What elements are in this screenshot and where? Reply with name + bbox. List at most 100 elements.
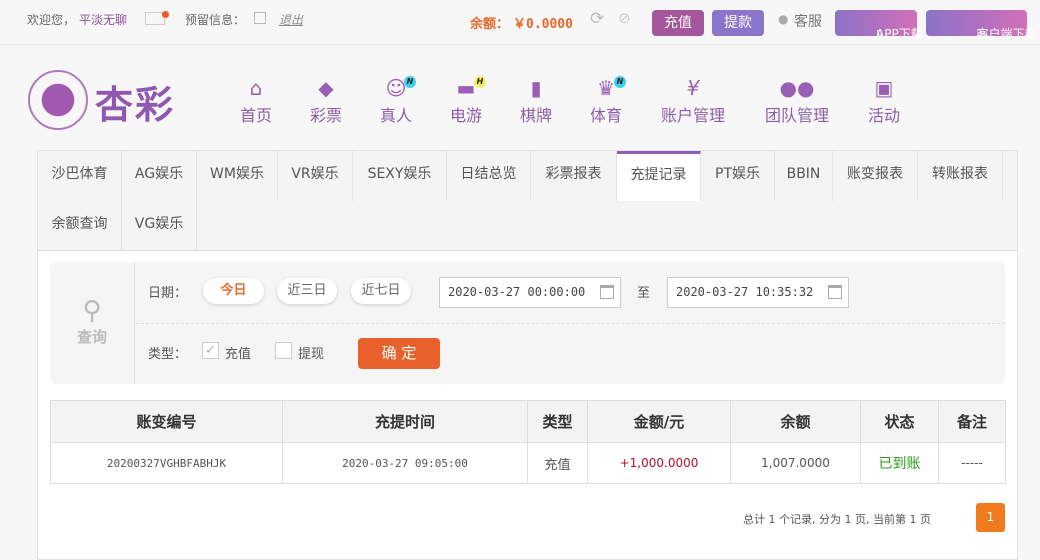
tab-wm[interactable]: WM娱乐 bbox=[197, 151, 278, 201]
nav-egames[interactable]: ▬ H 电游 bbox=[426, 76, 506, 126]
three-days-button[interactable]: 近三日 bbox=[277, 278, 337, 304]
recharge-label: 充值 bbox=[225, 347, 252, 362]
hide-eye-icon[interactable]: ⊘ bbox=[618, 9, 631, 27]
balance-label: 余额： bbox=[470, 17, 510, 32]
search-icon: ⚲ bbox=[82, 296, 102, 326]
nav-lottery[interactable]: ◆ 彩票 bbox=[286, 76, 366, 126]
tab-ag[interactable]: AG娱乐 bbox=[122, 151, 197, 201]
seven-days-button[interactable]: 近七日 bbox=[351, 278, 411, 304]
tab-sexy[interactable]: SEXY娱乐 bbox=[353, 151, 447, 201]
tab-pt[interactable]: PT娱乐 bbox=[701, 151, 775, 201]
cell-remark: ----- bbox=[938, 442, 1006, 484]
new-badge: N bbox=[404, 76, 416, 88]
top-bar: 欢迎您， 平淡无聊 预留信息： 退出 余额： ￥0.0000 ⟳ ⊘ 充值 提款… bbox=[0, 0, 1040, 45]
withdraw-checkbox[interactable] bbox=[275, 342, 292, 359]
service-icon: ● bbox=[778, 12, 789, 26]
cell-status: 已到账 bbox=[860, 442, 939, 484]
col-remark: 备注 bbox=[938, 400, 1006, 443]
tab-vr[interactable]: VR娱乐 bbox=[278, 151, 353, 201]
edit-icon[interactable] bbox=[254, 12, 266, 24]
withdraw-label: 提现 bbox=[298, 347, 325, 362]
content-panel: 沙巴体育 AG娱乐 WM娱乐 VR娱乐 SEXY娱乐 日结总览 彩票报表 充提记… bbox=[37, 150, 1018, 560]
tab-account-change[interactable]: 账变报表 bbox=[833, 151, 918, 201]
nav-chess[interactable]: ▮ 棋牌 bbox=[496, 76, 576, 126]
nav-live[interactable]: ☺ N 真人 bbox=[356, 76, 436, 126]
balance-value: ￥0.0000 bbox=[513, 17, 573, 32]
refresh-icon[interactable]: ⟳ bbox=[590, 9, 604, 29]
start-date-value: 2020-03-27 00:00:00 bbox=[448, 285, 586, 299]
nav-team[interactable]: ●● 团队管理 bbox=[747, 76, 847, 126]
gift-icon: ▣ bbox=[874, 76, 894, 100]
nav-label: 首页 bbox=[239, 106, 272, 125]
client-download-label: 客户端下载 bbox=[976, 27, 1037, 41]
nav-promo[interactable]: ▣ 活动 bbox=[844, 76, 924, 126]
unread-dot bbox=[162, 11, 169, 18]
nav-label: 电游 bbox=[449, 106, 482, 125]
today-button[interactable]: 今日 bbox=[203, 278, 264, 304]
calendar-icon[interactable] bbox=[828, 285, 842, 299]
nav-account[interactable]: ¥ 账户管理 bbox=[643, 76, 743, 126]
client-download-button[interactable]: ▭ 客户端下载 bbox=[926, 10, 1037, 41]
col-id: 账变编号 bbox=[50, 400, 283, 443]
lady-icon: ☺ N bbox=[356, 76, 436, 102]
app-download-button[interactable]: ▯ APP下载 bbox=[835, 10, 923, 41]
cell-id: 20200327VGHBFABHJK bbox=[50, 442, 283, 484]
recharge-checkbox[interactable]: ✓ bbox=[202, 342, 219, 359]
cell-amount: +1,000.0000 bbox=[587, 442, 731, 484]
nav-label: 账户管理 bbox=[660, 106, 725, 125]
logo-text[interactable]: 杏彩 bbox=[95, 74, 175, 129]
calendar-icon[interactable] bbox=[600, 285, 614, 299]
to-label: 至 bbox=[637, 286, 651, 301]
logo-emblem[interactable] bbox=[28, 70, 88, 130]
logout-link[interactable]: 退出 bbox=[279, 11, 303, 28]
recharge-button[interactable]: 充值 bbox=[652, 10, 704, 36]
tab-balance[interactable]: 余额查询 bbox=[38, 201, 122, 251]
page-1-button[interactable]: 1 bbox=[976, 503, 1005, 532]
nav-label: 真人 bbox=[379, 106, 412, 125]
cell-balance: 1,007.0000 bbox=[730, 442, 861, 484]
col-amount: 金额/元 bbox=[587, 400, 731, 443]
cards-icon: ▮ bbox=[530, 76, 542, 100]
home-icon: ⌂ bbox=[249, 76, 263, 100]
reserve-label: 预留信息： bbox=[185, 13, 246, 27]
nav-home[interactable]: ⌂ 首页 bbox=[216, 76, 296, 126]
trophy-icon: ♛ N bbox=[566, 76, 646, 102]
report-tabs: 沙巴体育 AG娱乐 WM娱乐 VR娱乐 SEXY娱乐 日结总览 彩票报表 充提记… bbox=[38, 151, 1017, 251]
welcome-text: 欢迎您， bbox=[27, 13, 76, 27]
gamepad-icon: ▬ H bbox=[426, 76, 506, 102]
col-type: 类型 bbox=[527, 400, 588, 443]
username: 平淡无聊 bbox=[79, 13, 128, 27]
search-section[interactable]: ⚲ 查询 bbox=[50, 262, 135, 384]
tab-vg[interactable]: VG娱乐 bbox=[122, 201, 197, 251]
yen-icon: ¥ bbox=[686, 76, 700, 100]
tab-deposit-withdraw[interactable]: 充提记录 bbox=[617, 151, 701, 201]
ticket-icon: ◆ bbox=[318, 76, 334, 100]
cell-type: 充值 bbox=[527, 442, 588, 484]
search-label: 查询 bbox=[76, 328, 107, 346]
cell-time: 2020-03-27 09:05:00 bbox=[282, 442, 528, 484]
withdraw-button[interactable]: 提款 bbox=[712, 10, 764, 36]
nav-label: 棋牌 bbox=[519, 106, 552, 125]
date-label: 日期： bbox=[148, 286, 188, 301]
table-row: 20200327VGHBFABHJK 2020-03-27 09:05:00 充… bbox=[50, 442, 1006, 484]
app-download-label: APP下载 bbox=[876, 27, 923, 41]
new-badge: N bbox=[614, 76, 626, 88]
col-status: 状态 bbox=[860, 400, 939, 443]
pagination-summary: 总计 1 个记录, 分为 1 页, 当前第 1 页 bbox=[743, 513, 931, 526]
end-date-value: 2020-03-27 10:35:32 bbox=[676, 285, 814, 299]
tab-bbin[interactable]: BBIN bbox=[775, 151, 833, 201]
tab-saba[interactable]: 沙巴体育 bbox=[38, 151, 122, 201]
records-table: 账变编号 充提时间 类型 金额/元 余额 状态 备注 20200327VGHBF… bbox=[50, 400, 1006, 484]
filter-box: ⚲ 查询 日期： 今日 近三日 近七日 2020-03-27 00:00:00 … bbox=[50, 262, 1005, 384]
divider bbox=[136, 323, 1005, 324]
service-link[interactable]: 客服 bbox=[794, 11, 822, 31]
tab-transfer[interactable]: 转账报表 bbox=[918, 151, 1003, 201]
hot-badge: H bbox=[474, 76, 486, 88]
nav-sports[interactable]: ♛ N 体育 bbox=[566, 76, 646, 126]
tab-lottery-report[interactable]: 彩票报表 bbox=[531, 151, 617, 201]
start-date-input[interactable]: 2020-03-27 00:00:00 bbox=[439, 277, 621, 308]
tab-daily[interactable]: 日结总览 bbox=[447, 151, 531, 201]
confirm-button[interactable]: 确 定 bbox=[358, 338, 440, 369]
nav-label: 活动 bbox=[867, 106, 900, 125]
end-date-input[interactable]: 2020-03-27 10:35:32 bbox=[667, 277, 849, 308]
